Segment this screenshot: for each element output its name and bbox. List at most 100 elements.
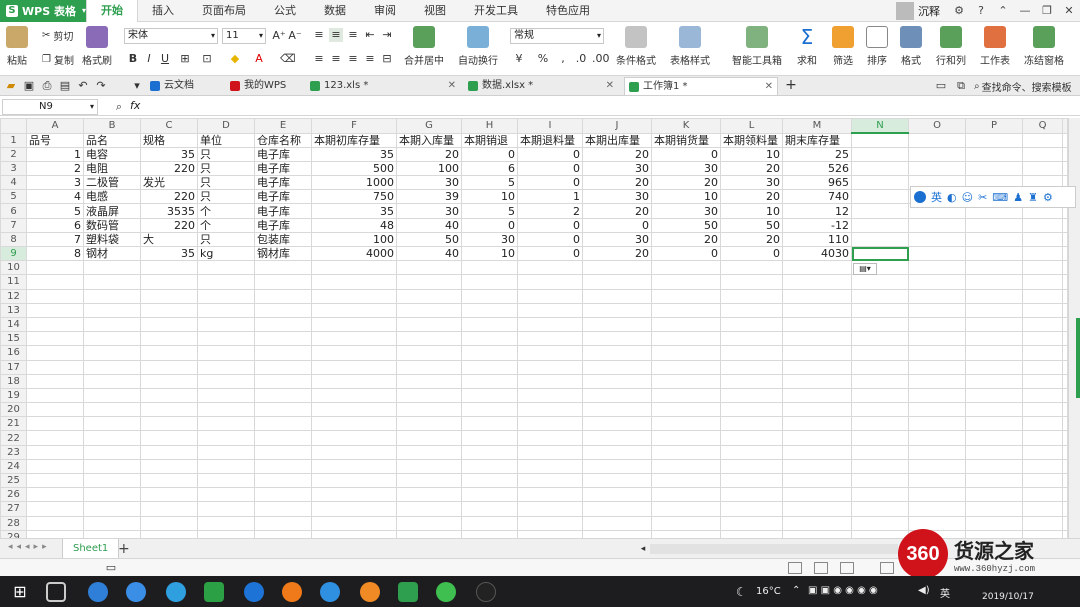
- cell[interactable]: [582, 302, 652, 318]
- cell[interactable]: [651, 444, 721, 460]
- cell[interactable]: [83, 359, 141, 375]
- cell[interactable]: 0: [720, 245, 783, 262]
- increase-font-icon[interactable]: A⁺: [272, 29, 286, 43]
- format-painter-button[interactable]: 格式刷: [82, 26, 112, 67]
- cell[interactable]: [851, 132, 909, 148]
- cell[interactable]: [582, 260, 652, 276]
- cell[interactable]: 数码管: [83, 217, 141, 233]
- cell[interactable]: [720, 359, 783, 375]
- cell[interactable]: 35: [311, 146, 397, 162]
- cell[interactable]: [851, 288, 909, 304]
- cell[interactable]: [651, 487, 721, 503]
- cell[interactable]: 10: [651, 189, 721, 205]
- cell[interactable]: [582, 430, 652, 446]
- cell[interactable]: [851, 430, 909, 446]
- cell[interactable]: [83, 387, 141, 404]
- cell[interactable]: 50: [651, 217, 721, 233]
- cell[interactable]: [1022, 316, 1063, 333]
- cell[interactable]: [782, 302, 852, 318]
- doc-tab-workbook1[interactable]: 工作簿1 * ✕: [624, 77, 778, 95]
- cell[interactable]: [140, 274, 198, 290]
- cell[interactable]: 30: [396, 203, 462, 219]
- cell[interactable]: 10: [461, 189, 518, 205]
- cell[interactable]: [140, 359, 198, 375]
- cell[interactable]: [720, 472, 783, 489]
- cell[interactable]: [782, 274, 852, 290]
- firefox-icon[interactable]: [282, 582, 302, 602]
- minimize-icon[interactable]: —: [1014, 4, 1036, 17]
- cell[interactable]: 本期领料量: [720, 132, 783, 148]
- cell[interactable]: [851, 331, 909, 347]
- iqiyi-icon[interactable]: [204, 582, 224, 602]
- normal-view-icon[interactable]: [788, 562, 802, 574]
- row-header[interactable]: 14: [0, 316, 27, 333]
- cell[interactable]: [197, 387, 255, 404]
- cell[interactable]: [83, 345, 141, 361]
- cell[interactable]: [396, 402, 462, 418]
- cell[interactable]: 12: [782, 203, 852, 219]
- cell[interactable]: [965, 345, 1023, 361]
- record-macro-icon[interactable]: ▭: [104, 561, 118, 575]
- cell[interactable]: 35: [140, 146, 198, 162]
- tab-1[interactable]: 插入: [138, 0, 188, 22]
- cell[interactable]: [908, 146, 966, 162]
- cell[interactable]: [197, 359, 255, 375]
- cell[interactable]: 0: [517, 175, 583, 191]
- cell[interactable]: [582, 373, 652, 389]
- temperature[interactable]: 16°C: [756, 586, 781, 597]
- cell[interactable]: [396, 444, 462, 460]
- close-icon[interactable]: ✕: [765, 78, 773, 96]
- cell[interactable]: [517, 444, 583, 460]
- cell[interactable]: [83, 331, 141, 347]
- cell[interactable]: 7: [26, 231, 84, 248]
- cell[interactable]: [1062, 387, 1068, 404]
- cell[interactable]: kg: [197, 245, 255, 262]
- cell[interactable]: 20: [720, 160, 783, 177]
- sort-button[interactable]: 排序: [866, 26, 888, 67]
- cell[interactable]: [651, 373, 721, 389]
- sum-button[interactable]: Σ 求和: [796, 26, 818, 67]
- row-header[interactable]: 17: [0, 359, 27, 375]
- row-header[interactable]: 26: [0, 487, 27, 503]
- align-bottom-icon[interactable]: ≡: [346, 28, 360, 42]
- cell[interactable]: [396, 387, 462, 404]
- cell[interactable]: [461, 274, 518, 290]
- conditional-format-button[interactable]: 条件格式: [616, 26, 656, 67]
- wps-spreadsheet-icon[interactable]: [398, 582, 418, 602]
- cell[interactable]: [461, 472, 518, 489]
- cell[interactable]: [782, 260, 852, 276]
- cell[interactable]: [651, 515, 721, 531]
- cell[interactable]: [965, 444, 1023, 460]
- shirt-icon[interactable]: ♜: [1028, 191, 1038, 204]
- cell[interactable]: [1022, 217, 1063, 233]
- cell[interactable]: [582, 345, 652, 361]
- cell[interactable]: [908, 387, 966, 404]
- ime-toolbar[interactable]: 英 ◐ ☺ ✂ ⌨ ♟ ♜ ⚙: [910, 186, 1076, 208]
- cell[interactable]: [1022, 288, 1063, 304]
- cell[interactable]: [254, 274, 312, 290]
- cell[interactable]: [517, 487, 583, 503]
- cell[interactable]: [254, 387, 312, 404]
- row-header[interactable]: 13: [0, 302, 27, 318]
- cell[interactable]: [461, 444, 518, 460]
- cell[interactable]: [461, 529, 518, 538]
- cell[interactable]: [396, 529, 462, 538]
- cell[interactable]: [140, 430, 198, 446]
- cell[interactable]: [782, 501, 852, 517]
- cell[interactable]: [582, 331, 652, 347]
- cell[interactable]: [1062, 231, 1068, 248]
- column-header[interactable]: D: [197, 118, 255, 134]
- row-header[interactable]: 7: [0, 217, 27, 233]
- cell[interactable]: [311, 345, 397, 361]
- cell[interactable]: [140, 416, 198, 432]
- media-player-icon[interactable]: [360, 582, 380, 602]
- cell[interactable]: [1062, 359, 1068, 375]
- cell[interactable]: [1022, 416, 1063, 432]
- cell[interactable]: [782, 416, 852, 432]
- cell[interactable]: 钢材: [83, 245, 141, 262]
- cell[interactable]: [396, 373, 462, 389]
- cell[interactable]: 30: [651, 160, 721, 177]
- cell[interactable]: [1022, 331, 1063, 347]
- cell[interactable]: [26, 458, 84, 475]
- emoji-icon[interactable]: ☺: [962, 191, 973, 204]
